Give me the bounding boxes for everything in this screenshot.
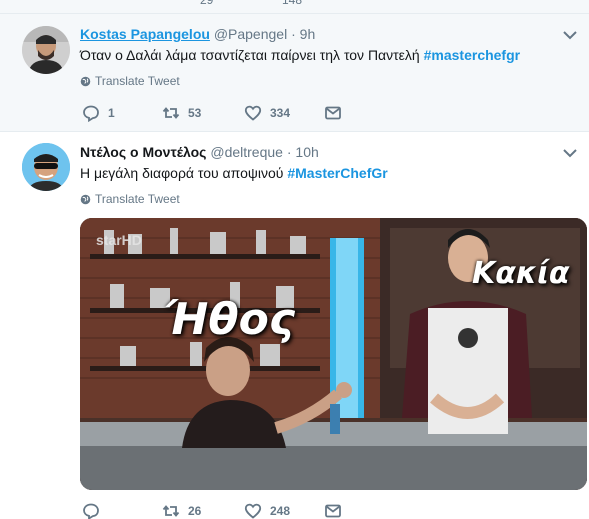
retweet-count: 53 — [188, 106, 202, 120]
author-handle[interactable]: @Papengel — [214, 26, 287, 42]
tweet-header: Ντέλος ο Μοντέλος @deltreque · 10h — [80, 144, 319, 160]
retweet-icon — [162, 505, 180, 517]
channel-logo: starHD — [96, 232, 142, 248]
tweet-actions: 1 53 334 — [80, 104, 360, 124]
tweet-card[interactable]: Kostas Papangelou @Papengel · 9h Όταν ο … — [0, 14, 589, 132]
direct-message-button[interactable] — [324, 104, 342, 122]
tweet-body: Όταν ο Δαλάι λάμα τσαντίζεται παίρνει τη… — [80, 47, 420, 63]
retweet-icon — [162, 107, 180, 119]
image-caption-left: Ήθος — [164, 294, 295, 345]
tweet-actions: 26 248 — [80, 502, 360, 519]
hashtag-link[interactable]: #MasterChefGr — [287, 165, 387, 181]
reply-icon — [83, 105, 99, 122]
reply-button[interactable]: 1 — [82, 104, 115, 122]
avatar[interactable] — [22, 26, 70, 74]
avatar-image — [22, 143, 70, 191]
like-count: 248 — [270, 504, 291, 518]
like-count: 334 — [270, 106, 291, 120]
reply-button[interactable] — [82, 502, 108, 519]
translate-label: Translate Tweet — [95, 74, 180, 88]
avatar-image — [22, 26, 70, 74]
author-name[interactable]: Ντέλος ο Μοντέλος — [80, 144, 206, 160]
avatar[interactable] — [22, 143, 70, 191]
globe-icon — [80, 194, 91, 204]
retweet-button[interactable]: 26 — [162, 502, 201, 519]
previous-tweet-action-bar: 29 148 — [0, 0, 589, 14]
retweet-count: 26 — [188, 504, 202, 518]
direct-message-button[interactable] — [324, 502, 342, 519]
like-button[interactable]: 334 — [244, 104, 290, 122]
reply-count: 1 — [108, 106, 115, 120]
separator-dot: · — [291, 26, 296, 42]
like-icon — [244, 105, 262, 121]
globe-icon — [80, 76, 91, 86]
chevron-down-icon[interactable] — [561, 144, 579, 162]
author-name[interactable]: Kostas Papangelou — [80, 26, 210, 42]
tweet-body: Η μεγάλη διαφορά του αποψινού — [80, 165, 284, 181]
tweet-media-image[interactable]: starHD Ήθος Κακία — [80, 218, 587, 490]
like-icon — [244, 503, 262, 519]
tweet-card[interactable]: Ντέλος ο Μοντέλος @deltreque · 10h Η μεγ… — [0, 132, 589, 519]
tweet-text: Η μεγάλη διαφορά του αποψινού #MasterChe… — [80, 164, 388, 182]
tweet-text: Όταν ο Δαλάι λάμα τσαντίζεται παίρνει τη… — [80, 46, 520, 64]
tweet-header: Kostas Papangelou @Papengel · 9h — [80, 26, 315, 42]
retweet-button[interactable]: 53 — [162, 104, 201, 122]
translate-label: Translate Tweet — [95, 192, 180, 206]
dm-icon — [325, 106, 341, 120]
translate-tweet-link[interactable]: Translate Tweet — [80, 74, 180, 88]
dm-icon — [325, 504, 341, 518]
image-caption-right: Κακία — [472, 256, 570, 291]
timestamp[interactable]: 9h — [300, 26, 316, 42]
chevron-down-icon[interactable] — [561, 26, 579, 44]
reply-icon — [83, 503, 99, 519]
timestamp[interactable]: 10h — [295, 144, 318, 160]
author-handle[interactable]: @deltreque — [210, 144, 283, 160]
separator-dot: · — [286, 144, 292, 160]
translate-tweet-link[interactable]: Translate Tweet — [80, 192, 180, 206]
like-button[interactable]: 248 — [244, 502, 290, 519]
previous-retweet-count: 29 — [200, 0, 214, 7]
previous-like-count: 148 — [282, 0, 303, 7]
hashtag-link[interactable]: #masterchefgr — [424, 47, 521, 63]
